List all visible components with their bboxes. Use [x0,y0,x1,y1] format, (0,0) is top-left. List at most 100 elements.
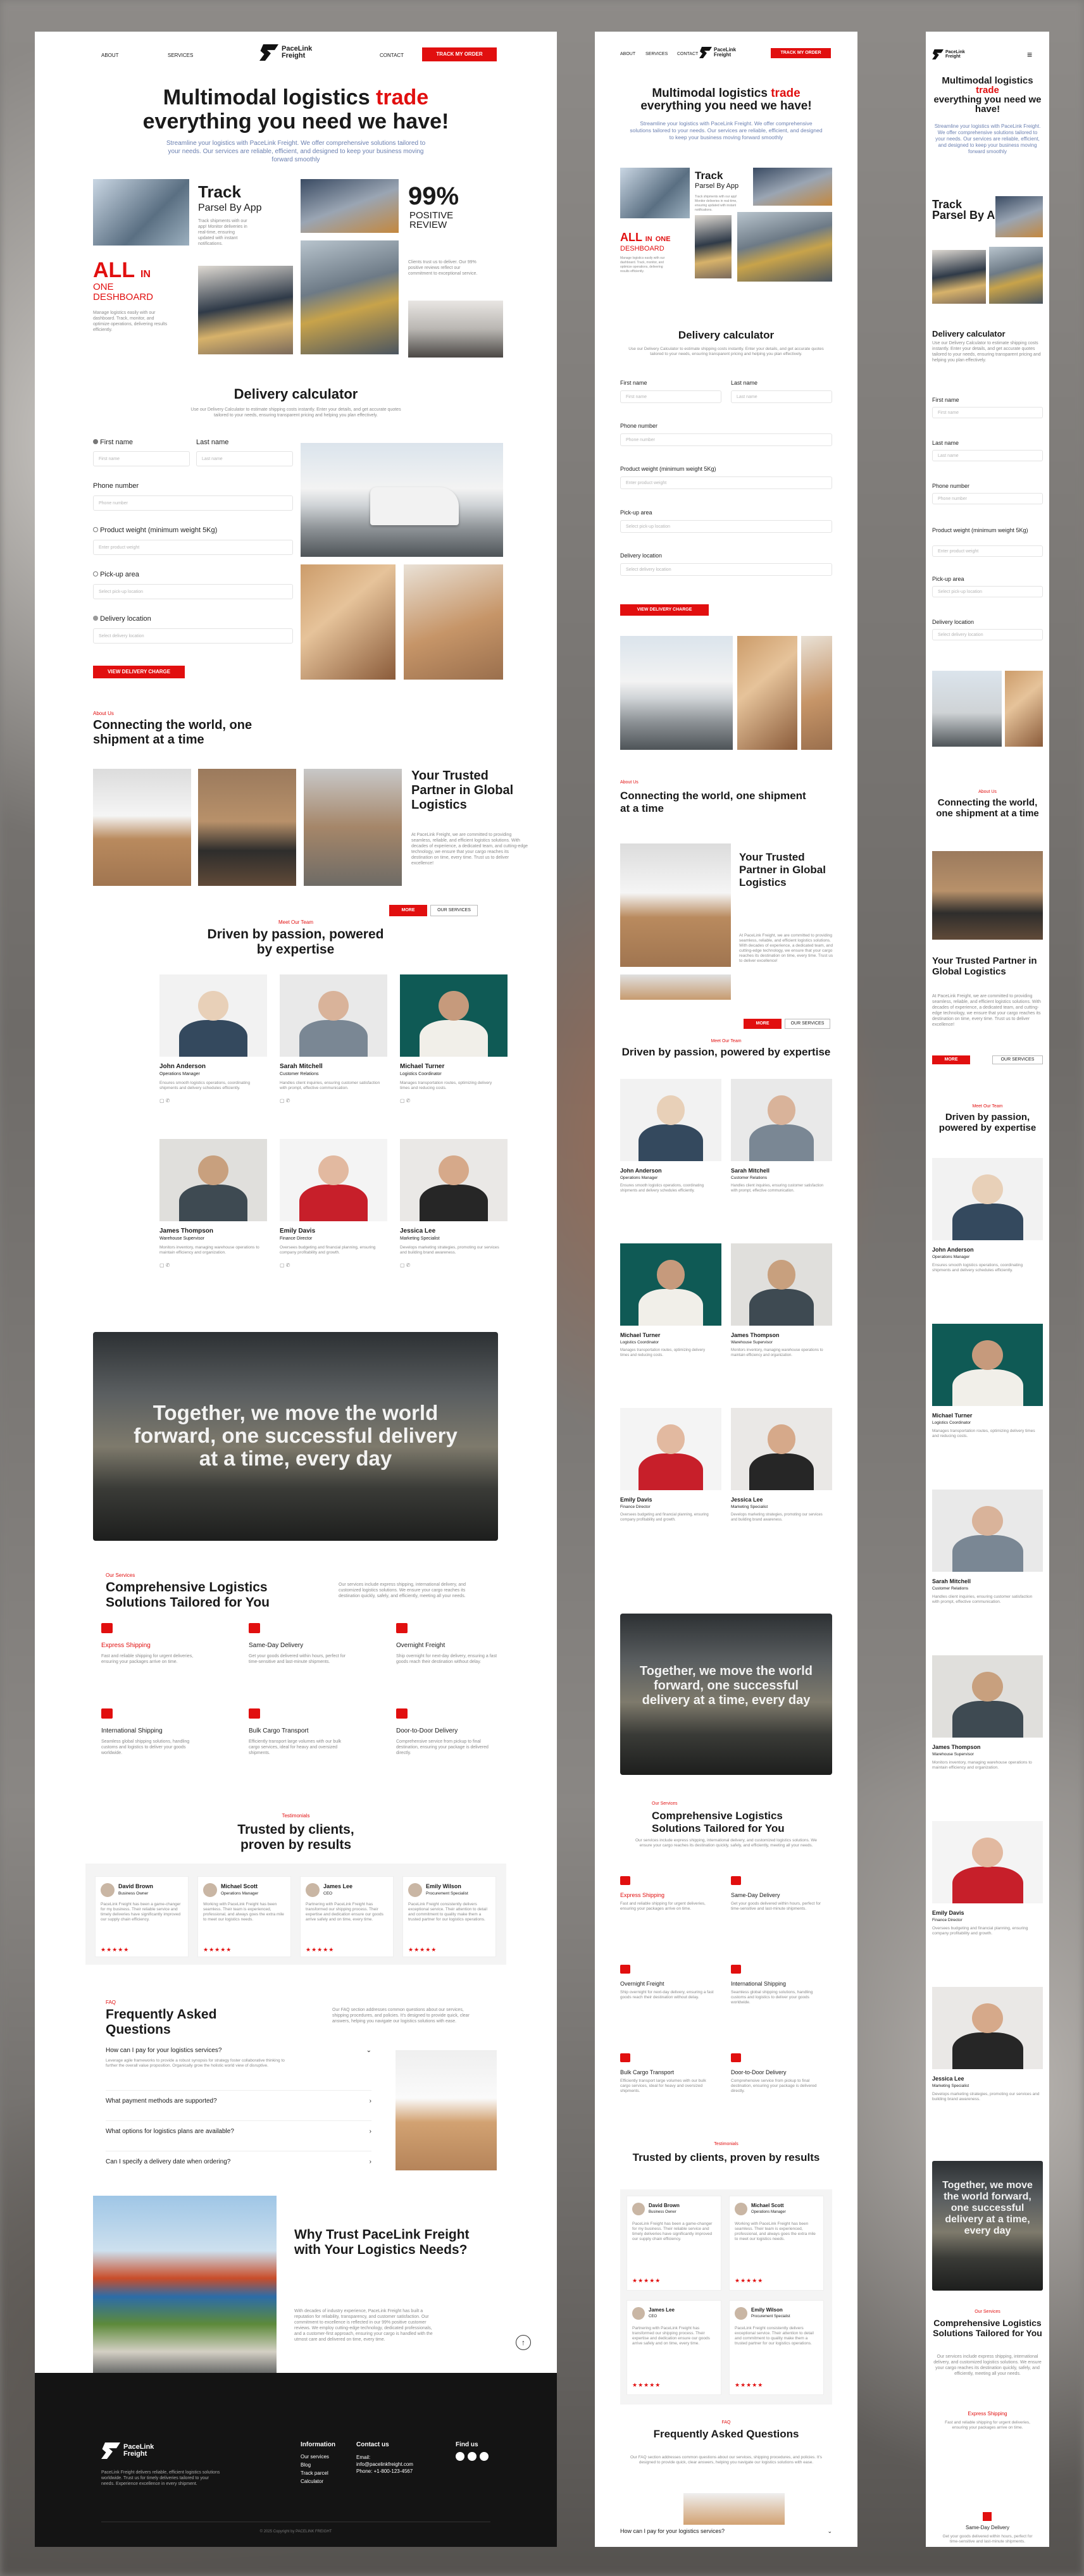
last-name-field[interactable]: Last name [731,390,832,403]
footer-phone[interactable]: Phone: +1-800-123-4567 [356,2468,413,2475]
nav-contact[interactable]: CONTACT [677,52,698,56]
faq-item-1[interactable]: How can I pay for your logistics service… [620,2528,832,2535]
footer-logo[interactable]: PaceLink Freight [101,2442,154,2459]
footer-info-heading: Information [301,2441,335,2448]
last-name-field[interactable]: Last name [932,450,1043,461]
team-photo [159,1139,267,1221]
footer-email[interactable]: info@pacelinkfreight.com [356,2461,413,2468]
team-member-desc: Oversees budgeting and financial plannin… [280,1245,376,1255]
nav-services[interactable]: SERVICES [645,52,668,56]
view-charge-button[interactable]: VIEW DELIVERY CHARGE [620,604,709,616]
service-desc: Comprehensive service from pickup to fin… [396,1739,489,1755]
service-title: Bulk Cargo Transport [249,1727,309,1734]
phone-field[interactable]: Phone number [93,495,293,511]
our-services-button[interactable]: OUR SERVICES [785,1019,830,1029]
youtube-icon[interactable] [480,2452,489,2461]
social-icon[interactable]: ▢ ✆ [400,1098,410,1104]
desktop-frame: ABOUT SERVICES PaceLink Freight CONTACT T… [35,32,557,2547]
nav-about[interactable]: ABOUT [101,53,119,58]
hamburger-icon[interactable]: ≡ [1027,49,1032,59]
team-title: Driven by passion, powered by expertise [938,1112,1037,1133]
social-icon[interactable]: ▢ ✆ [400,1262,410,1268]
faq-item[interactable]: What options for logistics plans are ava… [106,2128,371,2135]
weight-field[interactable]: Enter product weight [932,545,1043,557]
team-photo [731,1243,832,1326]
pickup-field[interactable]: Select pick-up location [932,586,1043,597]
weight-label: Product weight (minimum weight 5Kg) [93,526,217,534]
calc-title: Delivery calculator [678,329,775,341]
tape-image [801,636,832,750]
weight-field[interactable]: Enter product weight [620,476,832,489]
first-name-field[interactable]: First name [932,407,1043,418]
faq-tag: FAQ [106,2000,116,2005]
faq-item[interactable]: What payment methods are supported? › [106,2098,371,2105]
more-button[interactable]: MORE [932,1055,970,1064]
first-name-field[interactable]: First name [93,451,190,466]
our-services-button[interactable]: OUR SERVICES [992,1055,1043,1064]
brand-logo[interactable]: PaceLink Freight [932,49,965,59]
weight-field[interactable]: Enter product weight [93,540,293,555]
brand-logo[interactable]: PaceLink Freight [259,44,312,61]
truck-image [198,266,293,354]
more-button[interactable]: MORE [744,1019,782,1029]
about-title: Connecting the world, one shipment at a … [936,797,1039,819]
footer-link[interactable]: Our services [301,2454,329,2460]
team-member-desc: Monitors inventory, managing warehouse o… [932,1760,1032,1770]
team-tag: Meet Our Team [711,1039,742,1043]
team-member-name: Emily Davis [620,1496,652,1503]
dashboard-desc: Manage logistics easily with our dashboa… [620,256,665,273]
calc-title: Delivery calculator [234,386,358,402]
team-member-role: Marketing Specialist [731,1505,768,1509]
service-title: Same-Day Delivery [731,1892,780,1898]
our-services-button[interactable]: OUR SERVICES [430,905,478,916]
footer-link[interactable]: Track parcel [301,2470,328,2476]
footer-contact-heading: Contact us [356,2441,389,2448]
team-member-role: Warehouse Supervisor [932,1752,974,1757]
van-image [620,636,733,750]
view-charge-button[interactable]: VIEW DELIVERY CHARGE [93,666,185,678]
faq-question: What options for logistics plans are ava… [106,2128,234,2135]
avatar [735,2203,747,2215]
avatar [306,1883,320,1897]
team-member-desc: Manages transportation routes, optimizin… [932,1429,1035,1438]
phone-field[interactable]: Phone number [620,433,832,446]
pickup-field[interactable]: Select pick-up location [93,584,293,599]
team-member-role: Finance Director [932,1918,963,1922]
social-icon[interactable]: ▢ ✆ [159,1098,170,1104]
nav-services[interactable]: SERVICES [168,53,193,58]
delivery-field[interactable]: Select delivery location [932,629,1043,640]
first-name-field[interactable]: First name [620,390,721,403]
brand-logo[interactable]: PaceLink Freight [699,47,736,58]
footer-link[interactable]: Blog [301,2462,311,2468]
dashboard-label: DESHBOARD [620,245,664,252]
delivery-field[interactable]: Select delivery location [620,563,832,576]
pickup-field[interactable]: Select pick-up location [620,520,832,533]
social-icon[interactable]: ▢ ✆ [280,1098,290,1104]
faq-item[interactable]: How can I pay for your logistics service… [106,2047,371,2054]
nav-about[interactable]: ABOUT [620,52,635,56]
social-icon[interactable]: ▢ ✆ [280,1262,290,1268]
team-member-role: Finance Director [280,1236,313,1241]
more-button[interactable]: MORE [389,905,427,916]
warehouse-image [301,240,399,354]
nav-contact[interactable]: CONTACT [380,53,404,58]
team-member-role: Operations Manager [932,1255,970,1259]
team-member-name: Sarah Mitchell [280,1063,323,1070]
faq-item[interactable]: Can I specify a delivery date when order… [106,2158,371,2165]
delivery-field[interactable]: Select delivery location [93,628,293,644]
scroll-top-icon[interactable]: ↑ [516,2335,531,2350]
facebook-icon[interactable] [456,2452,464,2461]
instagram-icon[interactable] [468,2452,477,2461]
services-desc: Our services include express shipping, i… [635,1838,817,1848]
track-title: Track [695,170,723,182]
team-member-role: Logistics Coordinator [932,1421,971,1425]
team-photo [932,1324,1043,1406]
hero-title: Multimodal logistics trade everything you… [142,85,449,134]
phone-field[interactable]: Phone number [932,493,1043,504]
track-order-button[interactable]: TRACK MY ORDER [422,47,497,61]
social-icon[interactable]: ▢ ✆ [159,1262,170,1268]
warehouse-image [989,247,1043,304]
track-order-button[interactable]: TRACK MY ORDER [771,48,831,58]
footer-link[interactable]: Calculator [301,2479,323,2484]
last-name-field[interactable]: Last name [196,451,293,466]
